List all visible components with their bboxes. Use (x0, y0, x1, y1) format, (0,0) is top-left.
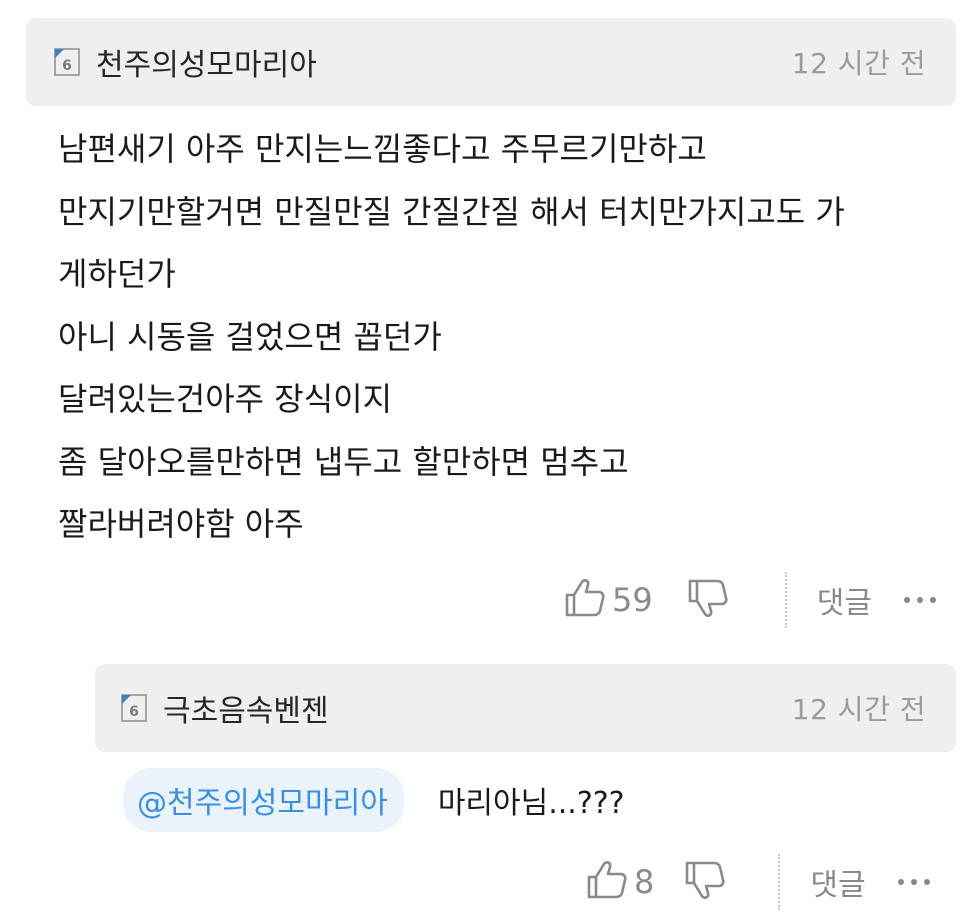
level-badge-icon: 6 (121, 694, 147, 722)
comment-text: 마리아님...??? (437, 786, 625, 821)
level-badge-number: 6 (129, 704, 139, 720)
comment-actions: 8 댓글 (586, 852, 930, 912)
more-dots-icon[interactable] (903, 597, 936, 603)
thumbs-down-icon (684, 860, 726, 904)
timestamp: 12 시간 전 (791, 47, 926, 80)
like-button[interactable]: 8 (586, 860, 654, 904)
like-count: 59 (612, 581, 653, 619)
comment-line: 달려있는건아주 장식이지 (58, 380, 393, 418)
reply-text-row: @천주의성모마리아 마리아님...??? (123, 768, 625, 832)
divider (784, 572, 787, 628)
author-name[interactable]: 천주의성모마리아 (96, 40, 792, 84)
comment-line: 게하던가 (58, 255, 176, 293)
thumbs-up-icon (564, 578, 606, 622)
like-button[interactable]: 59 (564, 578, 653, 622)
reply-button[interactable]: 댓글 (810, 860, 865, 904)
divider (778, 854, 781, 910)
timestamp: 12 시간 전 (791, 693, 926, 726)
more-dots-icon[interactable] (897, 879, 930, 885)
comment-header: 6 천주의성모마리아 12 시간 전 (26, 18, 956, 106)
comment-text: 남편새기 아주 만지는느낌좋다고 주무르기만하고 만지기만할거면 만질만질 간질… (58, 118, 958, 556)
level-badge-number: 6 (62, 58, 72, 74)
comment-line: 좀 달아오를만하면 냅두고 할만하면 멈추고 (58, 442, 629, 481)
level-badge-icon: 6 (54, 48, 80, 76)
comment-actions: 59 댓글 (564, 570, 936, 630)
like-count: 8 (634, 863, 655, 901)
comment-line: 짤라버려야함 아주 (58, 505, 304, 543)
thumbs-up-icon (586, 860, 628, 904)
author-name[interactable]: 극초음속벤젠 (163, 686, 792, 730)
dislike-button[interactable] (684, 860, 726, 904)
comment-line: 만지기만할거면 만질만질 간질간질 해서 터치만가지고도 가 (58, 192, 845, 231)
dislike-button[interactable] (687, 578, 729, 622)
thumbs-down-icon (687, 578, 729, 622)
reply-button[interactable]: 댓글 (817, 578, 872, 622)
comment-line: 남편새기 아주 만지는느낌좋다고 주무르기만하고 (58, 130, 707, 168)
comment-line: 아니 시동을 걸었으면 꼽던가 (58, 317, 442, 356)
comment-header: 6 극초음속벤젠 12 시간 전 (95, 664, 956, 752)
mention-tag[interactable]: @천주의성모마리아 (123, 768, 404, 832)
